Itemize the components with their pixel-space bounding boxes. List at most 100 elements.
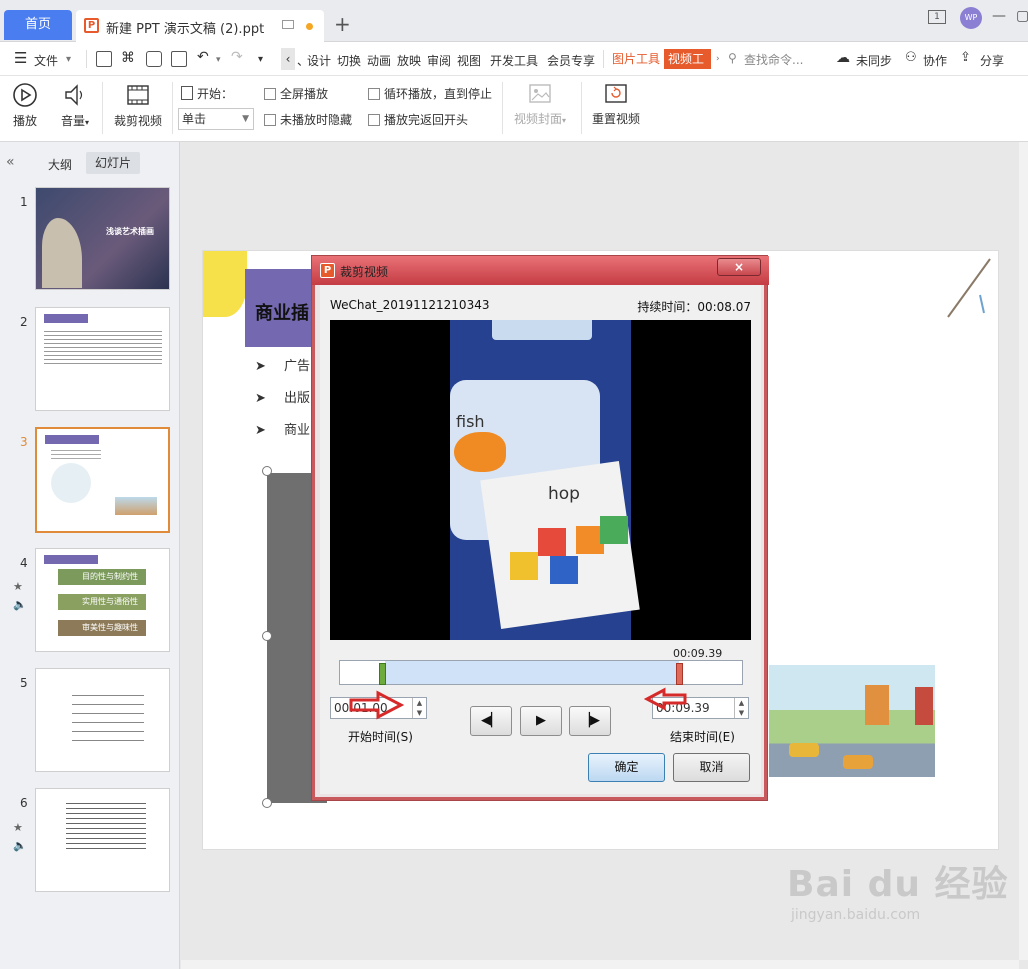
slide5-text bbox=[72, 687, 144, 747]
trim-video-button[interactable]: 裁剪视频 bbox=[110, 82, 166, 129]
chevron-down-icon[interactable]: ▾ bbox=[258, 54, 263, 65]
slide-thumbnail-3[interactable] bbox=[35, 427, 170, 533]
checkbox[interactable] bbox=[368, 114, 380, 126]
reset-video-button[interactable]: 重置视频 bbox=[590, 82, 642, 127]
cancel-button[interactable]: 取消 bbox=[673, 753, 750, 782]
tab-slides[interactable]: 幻灯片 bbox=[86, 152, 140, 174]
resize-handle[interactable] bbox=[262, 798, 272, 808]
search-command[interactable]: 查找命令... bbox=[744, 51, 803, 68]
menu-developer[interactable]: 开发工具 bbox=[490, 52, 538, 69]
print-preview-icon[interactable] bbox=[171, 51, 187, 67]
menu-design[interactable]: 设计 bbox=[307, 52, 331, 69]
share-button[interactable]: 分享 bbox=[980, 52, 1004, 69]
slide-thumbnail-5[interactable] bbox=[35, 668, 170, 772]
add-tab-button[interactable]: + bbox=[334, 12, 351, 36]
collab-button[interactable]: 协作 bbox=[923, 52, 947, 69]
menu-picture-tools[interactable]: 图片工具 bbox=[608, 49, 664, 69]
menu-review[interactable]: 审阅 bbox=[427, 52, 451, 69]
end-marker-time: 00:09.39 bbox=[673, 647, 723, 660]
chevron-down-icon[interactable]: ▾ bbox=[66, 54, 71, 65]
menu-slideshow[interactable]: 放映 bbox=[397, 52, 421, 69]
search-icon[interactable]: ⚲ bbox=[728, 51, 737, 65]
tab-bar: 首页 P 新建 PPT 演示文稿 (2).ppt + 1 WP — ▢ bbox=[0, 0, 1028, 42]
menu-file[interactable]: 文件 bbox=[34, 52, 58, 69]
monitor-icon[interactable] bbox=[282, 20, 294, 29]
fullscreen-checkbox[interactable]: 全屏播放 bbox=[264, 85, 328, 102]
hide-not-playing-checkbox[interactable]: 未播放时隐藏 bbox=[264, 111, 352, 128]
slide-thumbnail-6[interactable] bbox=[35, 788, 170, 892]
collab-icon[interactable]: ⚇ bbox=[905, 50, 917, 65]
cat-image bbox=[42, 218, 82, 288]
avatar[interactable]: WP bbox=[960, 7, 982, 29]
ok-button[interactable]: 确定 bbox=[588, 753, 665, 782]
hide-not-playing-label: 未播放时隐藏 bbox=[280, 113, 353, 127]
start-handle[interactable] bbox=[379, 663, 386, 685]
checkbox[interactable] bbox=[264, 114, 276, 126]
rewind-checkbox[interactable]: 播放完返回开头 bbox=[368, 111, 468, 128]
minimize-icon[interactable]: — bbox=[992, 8, 1006, 24]
slide-number: 5 bbox=[20, 676, 28, 690]
window-more-icon[interactable]: ▢ bbox=[1016, 8, 1028, 24]
next-frame-button[interactable]: ▕▶ bbox=[569, 706, 611, 736]
slide-thumbnail-4[interactable]: 目的性与制约性 实用性与通俗性 审美性与趣味性 bbox=[35, 548, 170, 652]
slide6-text bbox=[66, 799, 146, 851]
horizontal-scrollbar[interactable] bbox=[181, 960, 1019, 969]
play-button[interactable]: 播放 bbox=[9, 82, 41, 129]
slide-number: 1 bbox=[20, 195, 28, 209]
menu-view[interactable]: 视图 bbox=[457, 52, 481, 69]
save-icon[interactable] bbox=[96, 51, 112, 67]
previous-frame-button[interactable]: ◀▏ bbox=[470, 706, 512, 736]
chevron-right-icon[interactable]: › bbox=[716, 54, 720, 64]
menu-member[interactable]: 会员专享 bbox=[547, 52, 595, 69]
square-blue bbox=[550, 556, 578, 584]
dialog-title: 裁剪视频 bbox=[340, 265, 389, 279]
loop-checkbox[interactable]: 循环播放，直到停止 bbox=[368, 85, 492, 102]
video-preview[interactable]: fish hop bbox=[330, 320, 751, 640]
checkbox[interactable] bbox=[264, 88, 276, 100]
car-image bbox=[843, 755, 873, 769]
menu-animation[interactable]: 动画 bbox=[367, 52, 391, 69]
street-illustration bbox=[769, 665, 935, 777]
tab-home[interactable]: 首页 bbox=[4, 10, 72, 40]
vertical-scrollbar[interactable] bbox=[1019, 142, 1028, 960]
chevron-down-icon[interactable]: ▾ bbox=[216, 55, 221, 65]
start-select-value: 单击 bbox=[182, 112, 207, 126]
tab-document[interactable]: P 新建 PPT 演示文稿 (2).ppt bbox=[76, 10, 324, 42]
spinner-arrows-icon[interactable]: ▲ ▼ bbox=[412, 698, 426, 718]
menu-video-tools[interactable]: 视频工具 bbox=[664, 49, 711, 69]
slide-thumbnail-2[interactable] bbox=[35, 307, 170, 411]
close-button[interactable]: × bbox=[717, 258, 761, 276]
chevron-down-icon: ▾ bbox=[85, 118, 90, 127]
spinner-arrows-icon[interactable]: ▲ ▼ bbox=[734, 698, 748, 718]
hamburger-icon[interactable]: ☰ bbox=[14, 49, 27, 67]
layout-icon[interactable]: 1 bbox=[928, 10, 946, 24]
house-image bbox=[865, 685, 889, 725]
share-icon[interactable]: ⇪ bbox=[960, 50, 971, 65]
end-handle[interactable] bbox=[676, 663, 683, 685]
scroll-left-icon[interactable]: ‹ bbox=[281, 48, 295, 70]
video-cover-button[interactable]: 视频封面▾ bbox=[510, 82, 570, 127]
slide1-title: 浅谈艺术插画 bbox=[106, 227, 154, 236]
slide-thumbnail-1[interactable]: 浅谈艺术插画 bbox=[35, 187, 170, 290]
undo-icon[interactable]: ↶ bbox=[197, 49, 209, 65]
print-icon[interactable] bbox=[146, 51, 162, 67]
cloud-sync-icon[interactable]: ☁ bbox=[836, 50, 850, 66]
checkbox[interactable] bbox=[368, 88, 380, 100]
menu-transition[interactable]: 切换 bbox=[337, 52, 361, 69]
resize-handle[interactable] bbox=[262, 631, 272, 641]
divider bbox=[102, 82, 103, 134]
sync-status[interactable]: 未同步 bbox=[856, 52, 892, 69]
trim-video-label: 裁剪视频 bbox=[113, 114, 162, 128]
bullet-2: ➤ 出版 bbox=[255, 391, 311, 406]
trim-timeline[interactable] bbox=[339, 660, 743, 685]
tab-outline[interactable]: 大纲 bbox=[48, 156, 72, 173]
resize-handle[interactable] bbox=[262, 466, 272, 476]
redo-icon[interactable]: ↷ bbox=[231, 49, 243, 65]
title-bar: 商业插 bbox=[245, 269, 313, 347]
volume-button[interactable]: 音量▾ bbox=[55, 82, 95, 129]
play-preview-button[interactable]: ▶ bbox=[520, 706, 562, 736]
start-select[interactable]: 单击 ▼ bbox=[178, 108, 254, 130]
slide4-item-1: 目的性与制约性 bbox=[58, 569, 146, 585]
collapse-icon[interactable]: « bbox=[6, 154, 15, 170]
format-painter-icon[interactable]: ⌘ bbox=[121, 50, 135, 66]
